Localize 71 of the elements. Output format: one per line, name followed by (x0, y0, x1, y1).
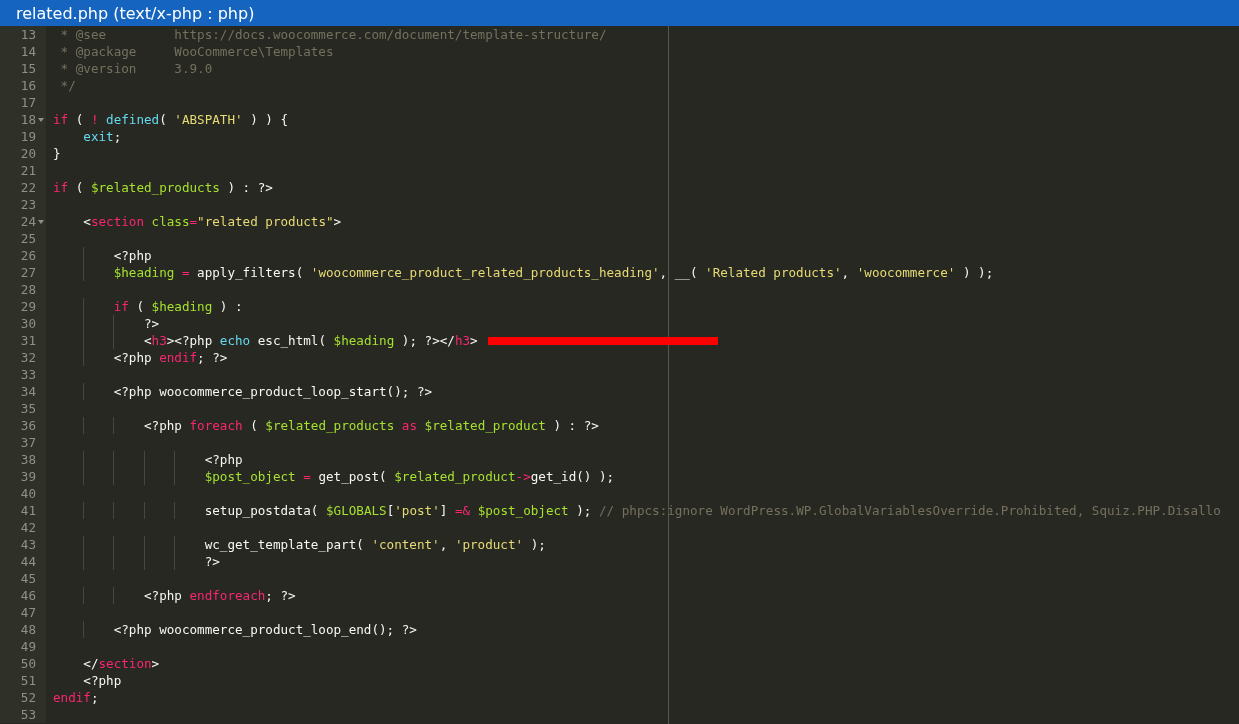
fold-arrow-icon[interactable] (38, 117, 44, 122)
code-line: ?> (203, 553, 220, 570)
line-number: 25 (20, 230, 36, 247)
line-number: 15 (20, 60, 36, 77)
line-number: 30 (20, 315, 36, 332)
line-number: 19 (20, 128, 36, 145)
code-line: <?php woocommerce_product_loop_start(); ?> (112, 383, 433, 400)
code-line: if ( $heading ) : (112, 298, 243, 315)
code-line: <?php (203, 451, 243, 468)
line-number: 23 (20, 196, 36, 213)
line-number: 26 (20, 247, 36, 264)
line-number: 16 (20, 77, 36, 94)
code-line: $post_object = get_post( $related_product->get_id() ); (203, 468, 615, 485)
line-number: 36 (20, 417, 36, 434)
line-number: 38 (20, 451, 36, 468)
line-number: 42 (20, 519, 36, 536)
code-line: if ( $related_products ) : ?> (53, 179, 273, 196)
line-number: 20 (20, 145, 36, 162)
code-line: if ( ! defined( 'ABSPATH' ) ) { (53, 111, 289, 128)
code-line: exit; (82, 128, 122, 145)
code-line: * @see https://docs.woocommerce.com/document/template-structure/ (59, 26, 607, 43)
line-number: 31 (20, 332, 36, 349)
line-number: 48 (20, 621, 36, 638)
line-number: 29 (20, 298, 36, 315)
code-line: $heading = apply_filters( 'woocommerce_product_related_products_heading', __( 'Related products', 'woocommerce' ) ); (112, 264, 994, 281)
line-number: 40 (20, 485, 36, 502)
code-line: wc_get_template_part( 'content', 'product' ); (203, 536, 546, 553)
line-number: 35 (20, 400, 36, 417)
line-number: 47 (20, 604, 36, 621)
line-number: 21 (20, 162, 36, 179)
code-line: <section class="related products"> (82, 213, 342, 230)
line-number: 43 (20, 536, 36, 553)
line-number: 41 (20, 502, 36, 519)
code-line: ?> (143, 315, 160, 332)
code-line: * @version 3.9.0 (59, 60, 213, 77)
code-line: endif; (53, 689, 99, 706)
line-number: 33 (20, 366, 36, 383)
line-number: 13 (20, 26, 36, 43)
line-number: 17 (20, 94, 36, 111)
line-number: 51 (20, 672, 36, 689)
window-title: related.php (text/x-php : php) (16, 3, 255, 23)
code-line: * @package WooCommerce\Templates (59, 43, 334, 60)
code-line: */ (59, 77, 76, 94)
code-line: </section> (82, 655, 160, 672)
line-number: 34 (20, 383, 36, 400)
code-line: <h3><?php echo esc_html( $heading ); ?></h3> (143, 332, 478, 349)
line-number: 27 (20, 264, 36, 281)
line-number: 50 (20, 655, 36, 672)
line-number: 18 (20, 111, 36, 128)
line-number: 24 (20, 213, 36, 230)
code-line: } (53, 145, 61, 162)
code-line: <?php (112, 247, 152, 264)
line-number: 52 (20, 689, 36, 706)
line-number: 32 (20, 349, 36, 366)
code-line: <?php (82, 672, 122, 689)
line-number: 49 (20, 638, 36, 655)
line-number: 44 (20, 553, 36, 570)
line-number: 14 (20, 43, 36, 60)
code-line: <?php woocommerce_product_loop_end(); ?> (112, 621, 417, 638)
code-line: <?php endforeach; ?> (143, 587, 296, 604)
line-number: 53 (20, 706, 36, 723)
code-line: <?php endif; ?> (112, 349, 228, 366)
line-number: 46 (20, 587, 36, 604)
code-line: <?php foreach ( $related_products as $related_product ) : ?> (143, 417, 599, 434)
code-line: setup_postdata( $GLOBALS['post'] =& $post_object ); // phpcs:ignore WordPress.WP.GlobalVariablesOverride.Prohibited, Squiz.PHP.Disallo (203, 502, 1221, 519)
line-number: 39 (20, 468, 36, 485)
line-number: 45 (20, 570, 36, 587)
line-number: 22 (20, 179, 36, 196)
line-number: 37 (20, 434, 36, 451)
fold-arrow-icon[interactable] (38, 219, 44, 224)
line-number: 28 (20, 281, 36, 298)
